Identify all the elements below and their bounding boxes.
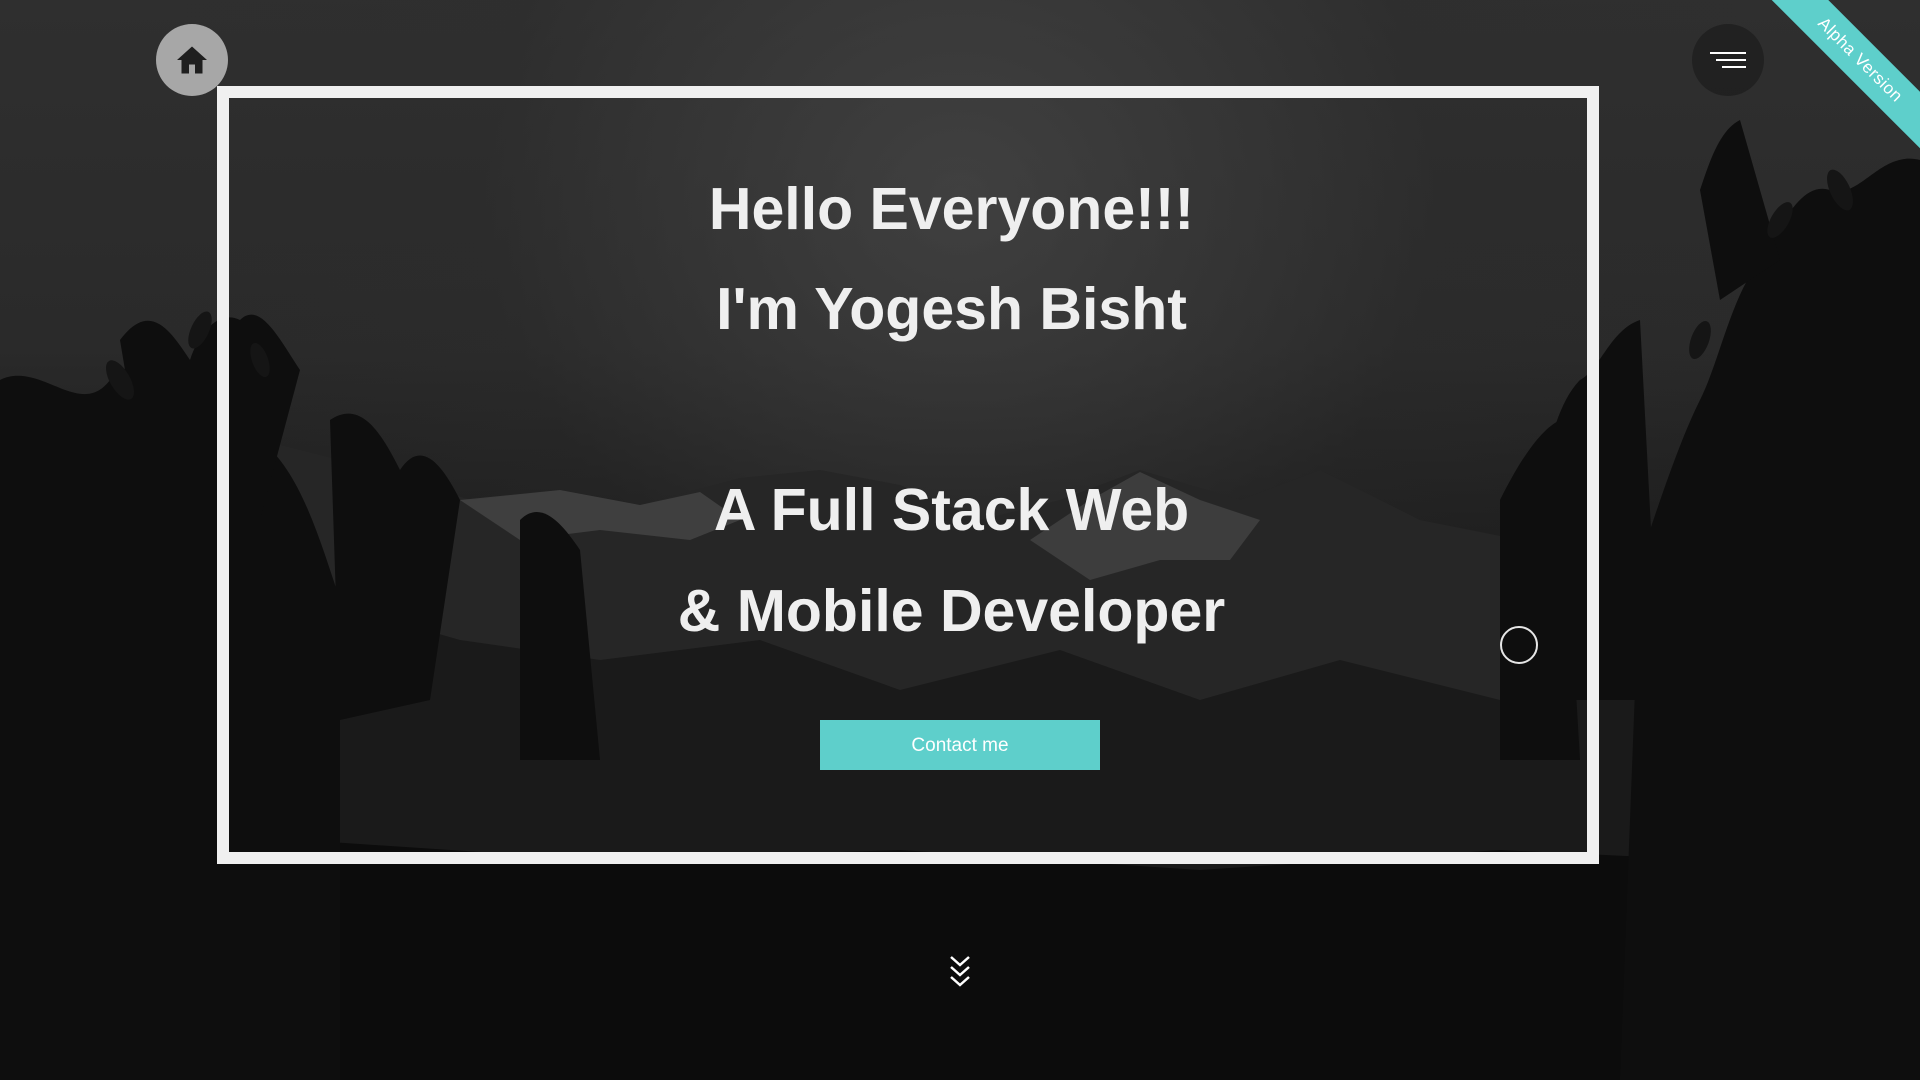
home-button[interactable] [156, 24, 228, 96]
home-icon [177, 46, 207, 74]
page: Alpha Version Hello Everyone!!! I'm Yoge… [0, 0, 1920, 1080]
alpha-ribbon: Alpha Version [1760, 0, 1920, 160]
hero-name: I'm Yogesh Bisht [716, 276, 1187, 342]
hamburger-menu-icon [1710, 52, 1746, 68]
scroll-down-button[interactable] [946, 954, 974, 992]
cursor-ring [1500, 626, 1538, 664]
double-chevron-down-icon [950, 956, 970, 987]
menu-button[interactable] [1692, 24, 1764, 96]
alpha-ribbon-label: Alpha Version [1760, 0, 1920, 160]
hero-role-line1: A Full Stack Web [713, 477, 1190, 543]
contact-me-button[interactable]: Contact me [820, 720, 1100, 770]
hero-role-line2: & Mobile Developer [677, 578, 1226, 644]
hero-greeting: Hello Everyone!!! [708, 176, 1195, 242]
